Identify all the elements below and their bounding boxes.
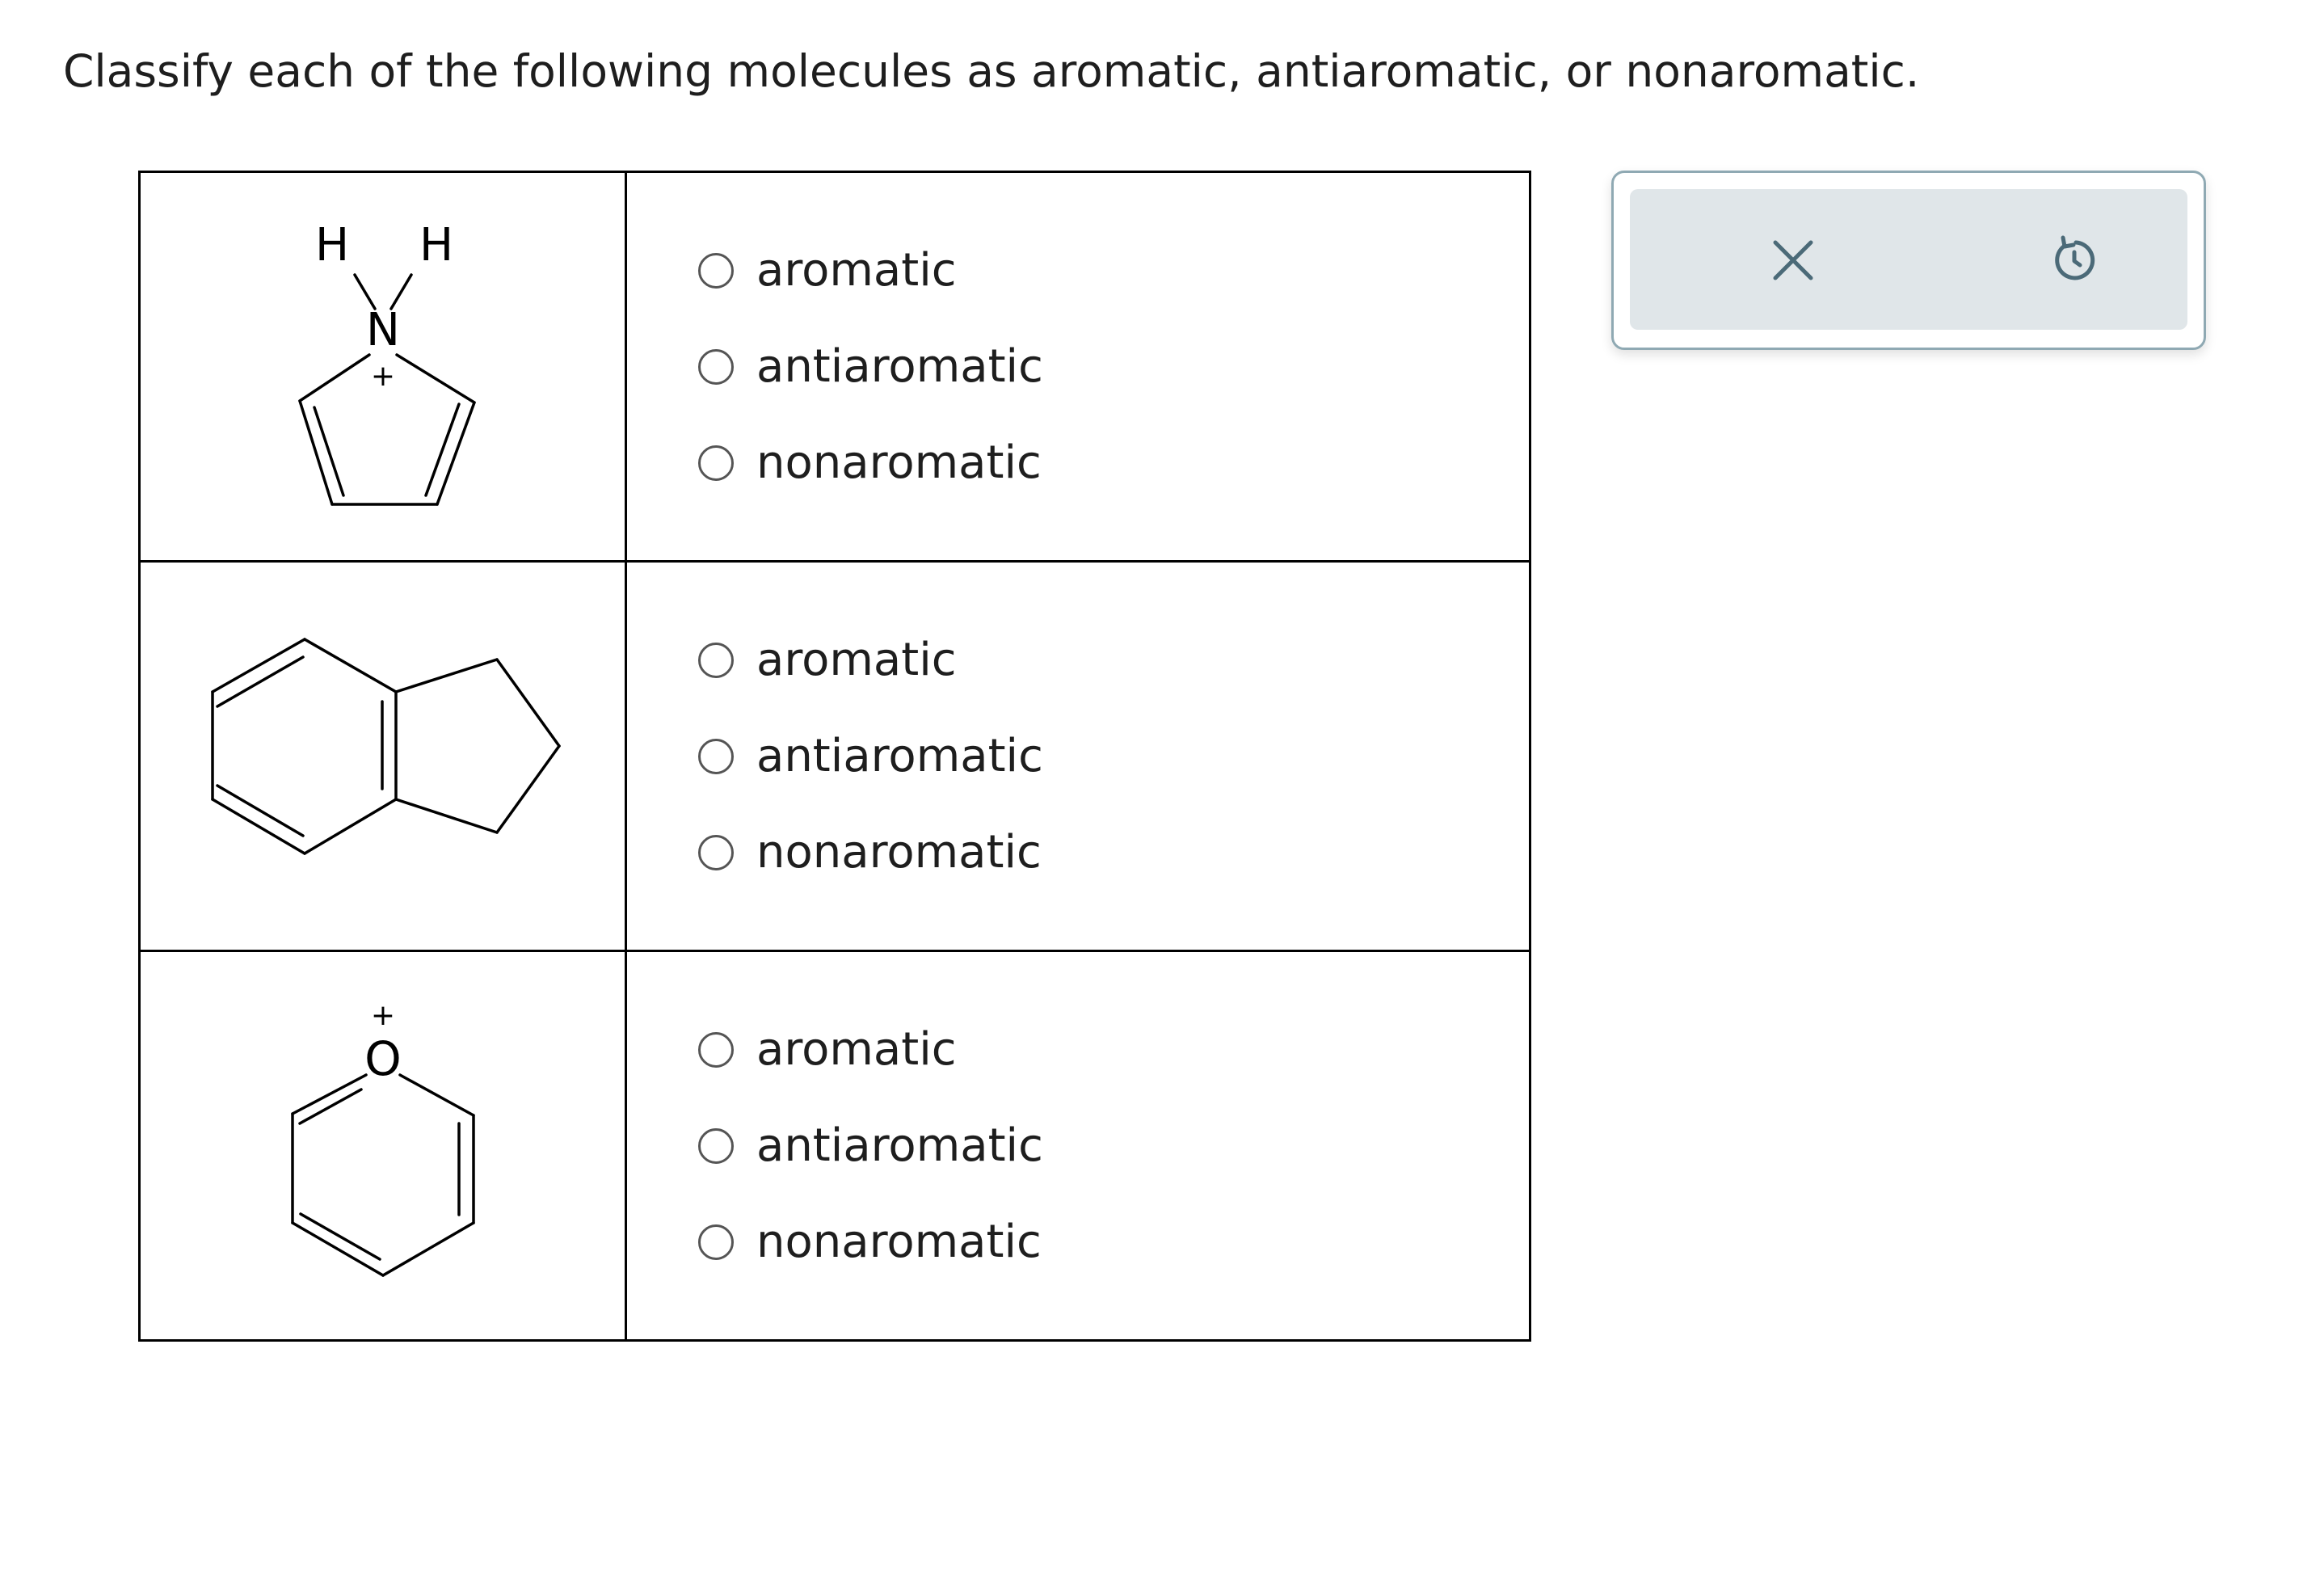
atom-label-h: H <box>419 219 453 272</box>
radio-button[interactable] <box>698 738 734 774</box>
charge-label: + <box>371 999 395 1032</box>
radio-button[interactable] <box>698 1031 734 1068</box>
indane-structure <box>211 638 561 855</box>
option-label: aromatic <box>756 633 957 686</box>
molecule-cell <box>138 560 627 952</box>
option-aromatic[interactable]: aromatic <box>698 612 1529 708</box>
option-label: antiaromatic <box>756 729 1043 782</box>
option-label: nonaromatic <box>756 825 1042 879</box>
classification-table: H H N + aromatic antiaromatic nonaromati… <box>138 171 1531 1342</box>
charge-label: + <box>371 360 395 393</box>
options-cell: aromatic antiaromatic nonaromatic <box>625 950 1531 1342</box>
radio-button[interactable] <box>698 348 734 385</box>
option-antiaromatic[interactable]: antiaromatic <box>698 1098 1529 1194</box>
radio-button[interactable] <box>698 1127 734 1164</box>
reset-button[interactable] <box>2036 221 2113 299</box>
undo-icon <box>2055 235 2095 280</box>
atom-label-h: H <box>315 219 349 272</box>
option-label: nonaromatic <box>756 436 1042 489</box>
clear-button[interactable] <box>1754 221 1832 299</box>
radio-group: aromatic antiaromatic nonaromatic <box>627 222 1529 511</box>
pyrrolium-structure: H H N + <box>298 219 476 506</box>
atom-label-o: O <box>364 1031 402 1086</box>
radio-button[interactable] <box>698 642 734 678</box>
radio-group: aromatic antiaromatic nonaromatic <box>627 1001 1529 1290</box>
molecule-cell: + O <box>138 950 627 1342</box>
radio-button[interactable] <box>698 1224 734 1260</box>
question-prompt: Classify each of the following molecules… <box>63 45 1920 97</box>
option-label: nonaromatic <box>756 1215 1042 1268</box>
option-label: antiaromatic <box>756 339 1043 393</box>
molecule-cell: H H N + <box>138 171 627 563</box>
option-nonaromatic[interactable]: nonaromatic <box>698 1194 1529 1290</box>
toolbar-panel <box>1630 189 2187 330</box>
table-row: H H N + aromatic antiaromatic nonaromati… <box>138 171 1531 563</box>
options-cell: aromatic antiaromatic nonaromatic <box>625 171 1531 563</box>
table-row: + O aromatic antiaromatic nonaromatic <box>138 950 1531 1342</box>
options-cell: aromatic antiaromatic nonaromatic <box>625 560 1531 952</box>
close-icon <box>1773 240 1813 280</box>
table-row: aromatic antiaromatic nonaromatic <box>138 560 1531 952</box>
radio-button[interactable] <box>698 834 734 870</box>
radio-button[interactable] <box>698 252 734 289</box>
pyrylium-structure: + O <box>291 999 475 1277</box>
option-nonaromatic[interactable]: nonaromatic <box>698 415 1529 511</box>
option-antiaromatic[interactable]: antiaromatic <box>698 708 1529 804</box>
option-antiaromatic[interactable]: antiaromatic <box>698 318 1529 415</box>
atom-label-n: N <box>366 304 400 356</box>
option-label: aromatic <box>756 1022 957 1076</box>
option-label: aromatic <box>756 243 957 297</box>
radio-group: aromatic antiaromatic nonaromatic <box>627 612 1529 900</box>
radio-button[interactable] <box>698 445 734 481</box>
option-aromatic[interactable]: aromatic <box>698 1001 1529 1098</box>
option-nonaromatic[interactable]: nonaromatic <box>698 804 1529 900</box>
answer-toolbar <box>1611 171 2206 350</box>
option-label: antiaromatic <box>756 1119 1043 1172</box>
option-aromatic[interactable]: aromatic <box>698 222 1529 318</box>
